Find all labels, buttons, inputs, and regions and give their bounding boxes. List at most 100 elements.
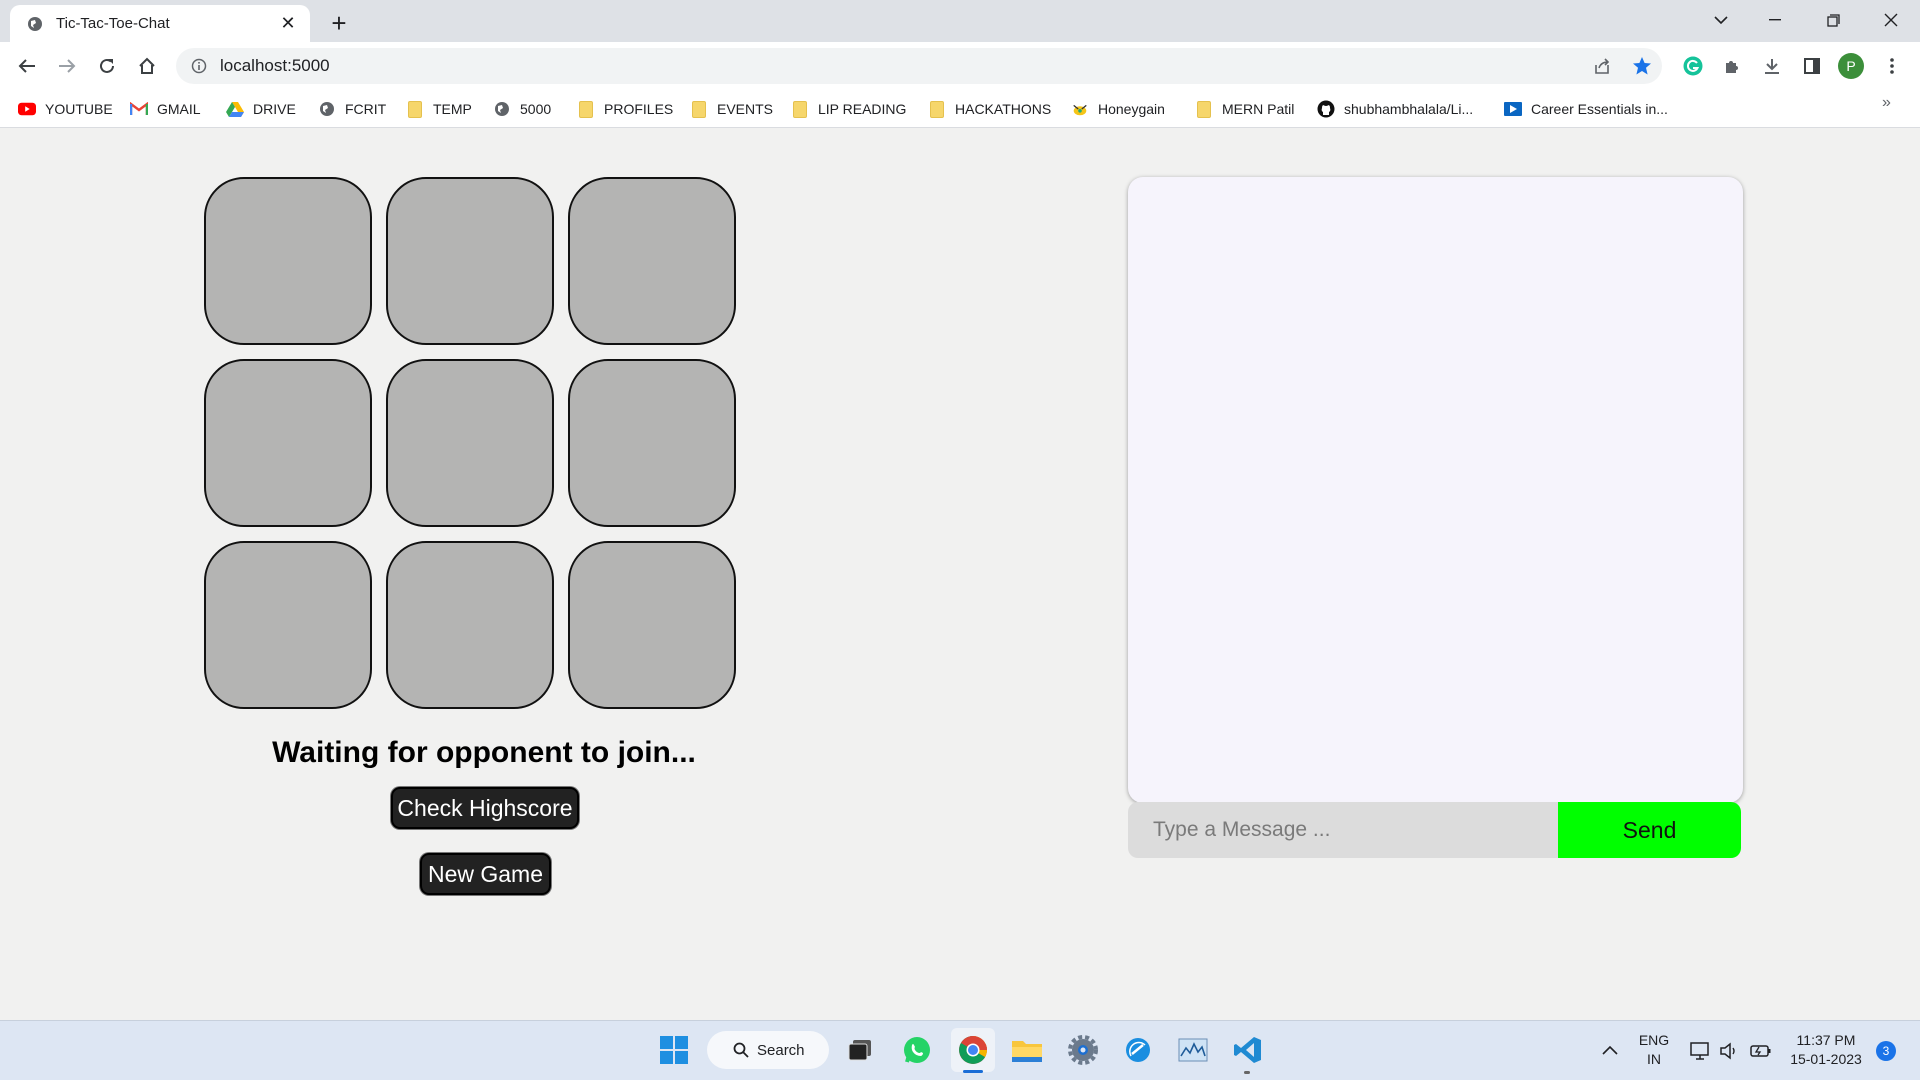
new-tab-icon[interactable]: +: [325, 9, 353, 37]
browser-tab[interactable]: Tic-Tac-Toe-Chat ✕: [10, 5, 310, 42]
bookmark-label: PROFILES: [604, 101, 674, 117]
game-status-text: Waiting for opponent to join...: [272, 736, 696, 769]
bookmarks-bar: YOUTUBE GMAIL DRIVE FCRIT TEMP 5000 PROF…: [0, 90, 1920, 128]
bookmark-youtube[interactable]: YOUTUBE: [18, 98, 113, 120]
bookmark-label: Honeygain: [1098, 101, 1165, 117]
bookmark-temp[interactable]: TEMP: [406, 98, 472, 120]
back-icon[interactable]: [12, 51, 42, 81]
whatsapp-icon[interactable]: [895, 1028, 939, 1072]
notification-badge[interactable]: 3: [1876, 1041, 1896, 1061]
bookmark-fcrit[interactable]: FCRIT: [318, 98, 386, 120]
bookmark-gmail[interactable]: GMAIL: [130, 98, 201, 120]
folder-icon: [791, 100, 809, 118]
bookmark-github[interactable]: shubhambhalala/Li...: [1317, 98, 1473, 120]
profile-avatar[interactable]: P: [1838, 53, 1864, 79]
github-icon: [1317, 100, 1335, 118]
drive-icon: [226, 100, 244, 118]
bookmark-star-icon[interactable]: [1627, 51, 1657, 81]
browser-toolbar: localhost:5000: [0, 42, 1920, 90]
board-cell-6[interactable]: [568, 359, 736, 527]
tab-search-icon[interactable]: [1701, 0, 1741, 40]
vscode-icon[interactable]: [1226, 1028, 1270, 1072]
menu-kebab-icon[interactable]: [1877, 51, 1907, 81]
board-cell-1[interactable]: [204, 177, 372, 345]
bookmark-label: TEMP: [433, 101, 472, 117]
folder-icon: [1195, 100, 1213, 118]
bookmark-label: YOUTUBE: [45, 101, 113, 117]
globe-icon: [26, 15, 44, 33]
tab-strip: Tic-Tac-Toe-Chat ✕ +: [0, 0, 1920, 42]
tab-title: Tic-Tac-Toe-Chat: [56, 15, 170, 32]
reload-icon[interactable]: [92, 51, 122, 81]
board-cell-9[interactable]: [568, 541, 736, 709]
bookmark-hackathons[interactable]: HACKATHONS: [928, 98, 1051, 120]
clock-date: 15-01-2023: [1790, 1051, 1862, 1067]
home-icon[interactable]: [132, 51, 162, 81]
board-cell-8[interactable]: [386, 541, 554, 709]
file-explorer-icon[interactable]: [1005, 1028, 1049, 1072]
folder-icon: [690, 100, 708, 118]
speedtest-icon[interactable]: [1116, 1028, 1160, 1072]
bookmark-label: FCRIT: [345, 101, 387, 117]
share-icon[interactable]: [1587, 51, 1617, 81]
download-icon[interactable]: [1757, 51, 1787, 81]
performance-monitor-icon[interactable]: [1171, 1028, 1215, 1072]
linkedin-learning-icon: [1504, 100, 1522, 118]
chrome-taskbar-icon[interactable]: [951, 1028, 995, 1072]
address-bar[interactable]: localhost:5000: [176, 48, 1662, 84]
check-highscore-button[interactable]: Check Highscore: [391, 787, 579, 829]
folder-icon: [577, 100, 595, 118]
bookmark-profiles[interactable]: PROFILES: [577, 98, 673, 120]
search-icon: [733, 1042, 749, 1058]
folder-icon: [928, 100, 946, 118]
battery-icon[interactable]: [1746, 1036, 1776, 1066]
region-code: IN: [1647, 1051, 1661, 1067]
bookmark-5000[interactable]: 5000: [493, 98, 551, 120]
bookmark-lip-reading[interactable]: LIP READING: [791, 98, 906, 120]
extensions-icon[interactable]: [1717, 51, 1747, 81]
board-cell-4[interactable]: [204, 359, 372, 527]
board-cell-5[interactable]: [386, 359, 554, 527]
board-cell-7[interactable]: [204, 541, 372, 709]
settings-gear-icon[interactable]: [1061, 1028, 1105, 1072]
bookmark-label: GMAIL: [157, 101, 201, 117]
globe-icon: [493, 100, 511, 118]
task-view-icon[interactable]: [838, 1028, 882, 1072]
taskbar-search[interactable]: Search: [707, 1031, 829, 1069]
youtube-icon: [18, 100, 36, 118]
side-panel-icon[interactable]: [1797, 51, 1827, 81]
bookmark-career-essentials[interactable]: Career Essentials in...: [1504, 98, 1668, 120]
folder-icon: [406, 100, 424, 118]
bookmark-label: LIP READING: [818, 101, 907, 117]
clock[interactable]: 11:37 PM 15-01-2023: [1784, 1031, 1868, 1069]
bookmark-honeygain[interactable]: Honeygain: [1071, 98, 1165, 120]
minimize-icon[interactable]: [1755, 0, 1795, 40]
language-indicator[interactable]: ENG IN: [1632, 1031, 1676, 1069]
network-icon[interactable]: [1686, 1036, 1716, 1066]
board-cell-2[interactable]: [386, 177, 554, 345]
send-button[interactable]: Send: [1558, 802, 1741, 858]
running-app-indicator: [1244, 1071, 1250, 1074]
close-tab-icon[interactable]: ✕: [278, 13, 298, 34]
grammarly-icon[interactable]: [1678, 51, 1708, 81]
close-window-icon[interactable]: [1871, 0, 1911, 40]
message-input[interactable]: [1128, 802, 1558, 858]
volume-icon[interactable]: [1714, 1036, 1744, 1066]
bookmark-label: EVENTS: [717, 101, 774, 117]
site-info-icon[interactable]: [190, 57, 208, 75]
bookmark-events[interactable]: EVENTS: [690, 98, 773, 120]
new-game-button[interactable]: New Game: [420, 853, 551, 895]
board-cell-3[interactable]: [568, 177, 736, 345]
game-board: [204, 177, 736, 709]
chat-messages-panel: [1128, 177, 1743, 803]
restore-icon[interactable]: [1813, 0, 1853, 40]
more-bookmarks-icon[interactable]: »: [1882, 94, 1891, 112]
honeygain-icon: [1071, 100, 1089, 118]
bookmark-mern-patil[interactable]: MERN Patil: [1195, 98, 1294, 120]
language-code: ENG: [1638, 1032, 1670, 1048]
show-hidden-icons-chevron-icon[interactable]: [1592, 1032, 1628, 1068]
gmail-icon: [130, 100, 148, 118]
windows-start-icon[interactable]: [652, 1028, 696, 1072]
bookmark-drive[interactable]: DRIVE: [226, 98, 296, 120]
forward-icon[interactable]: [52, 51, 82, 81]
